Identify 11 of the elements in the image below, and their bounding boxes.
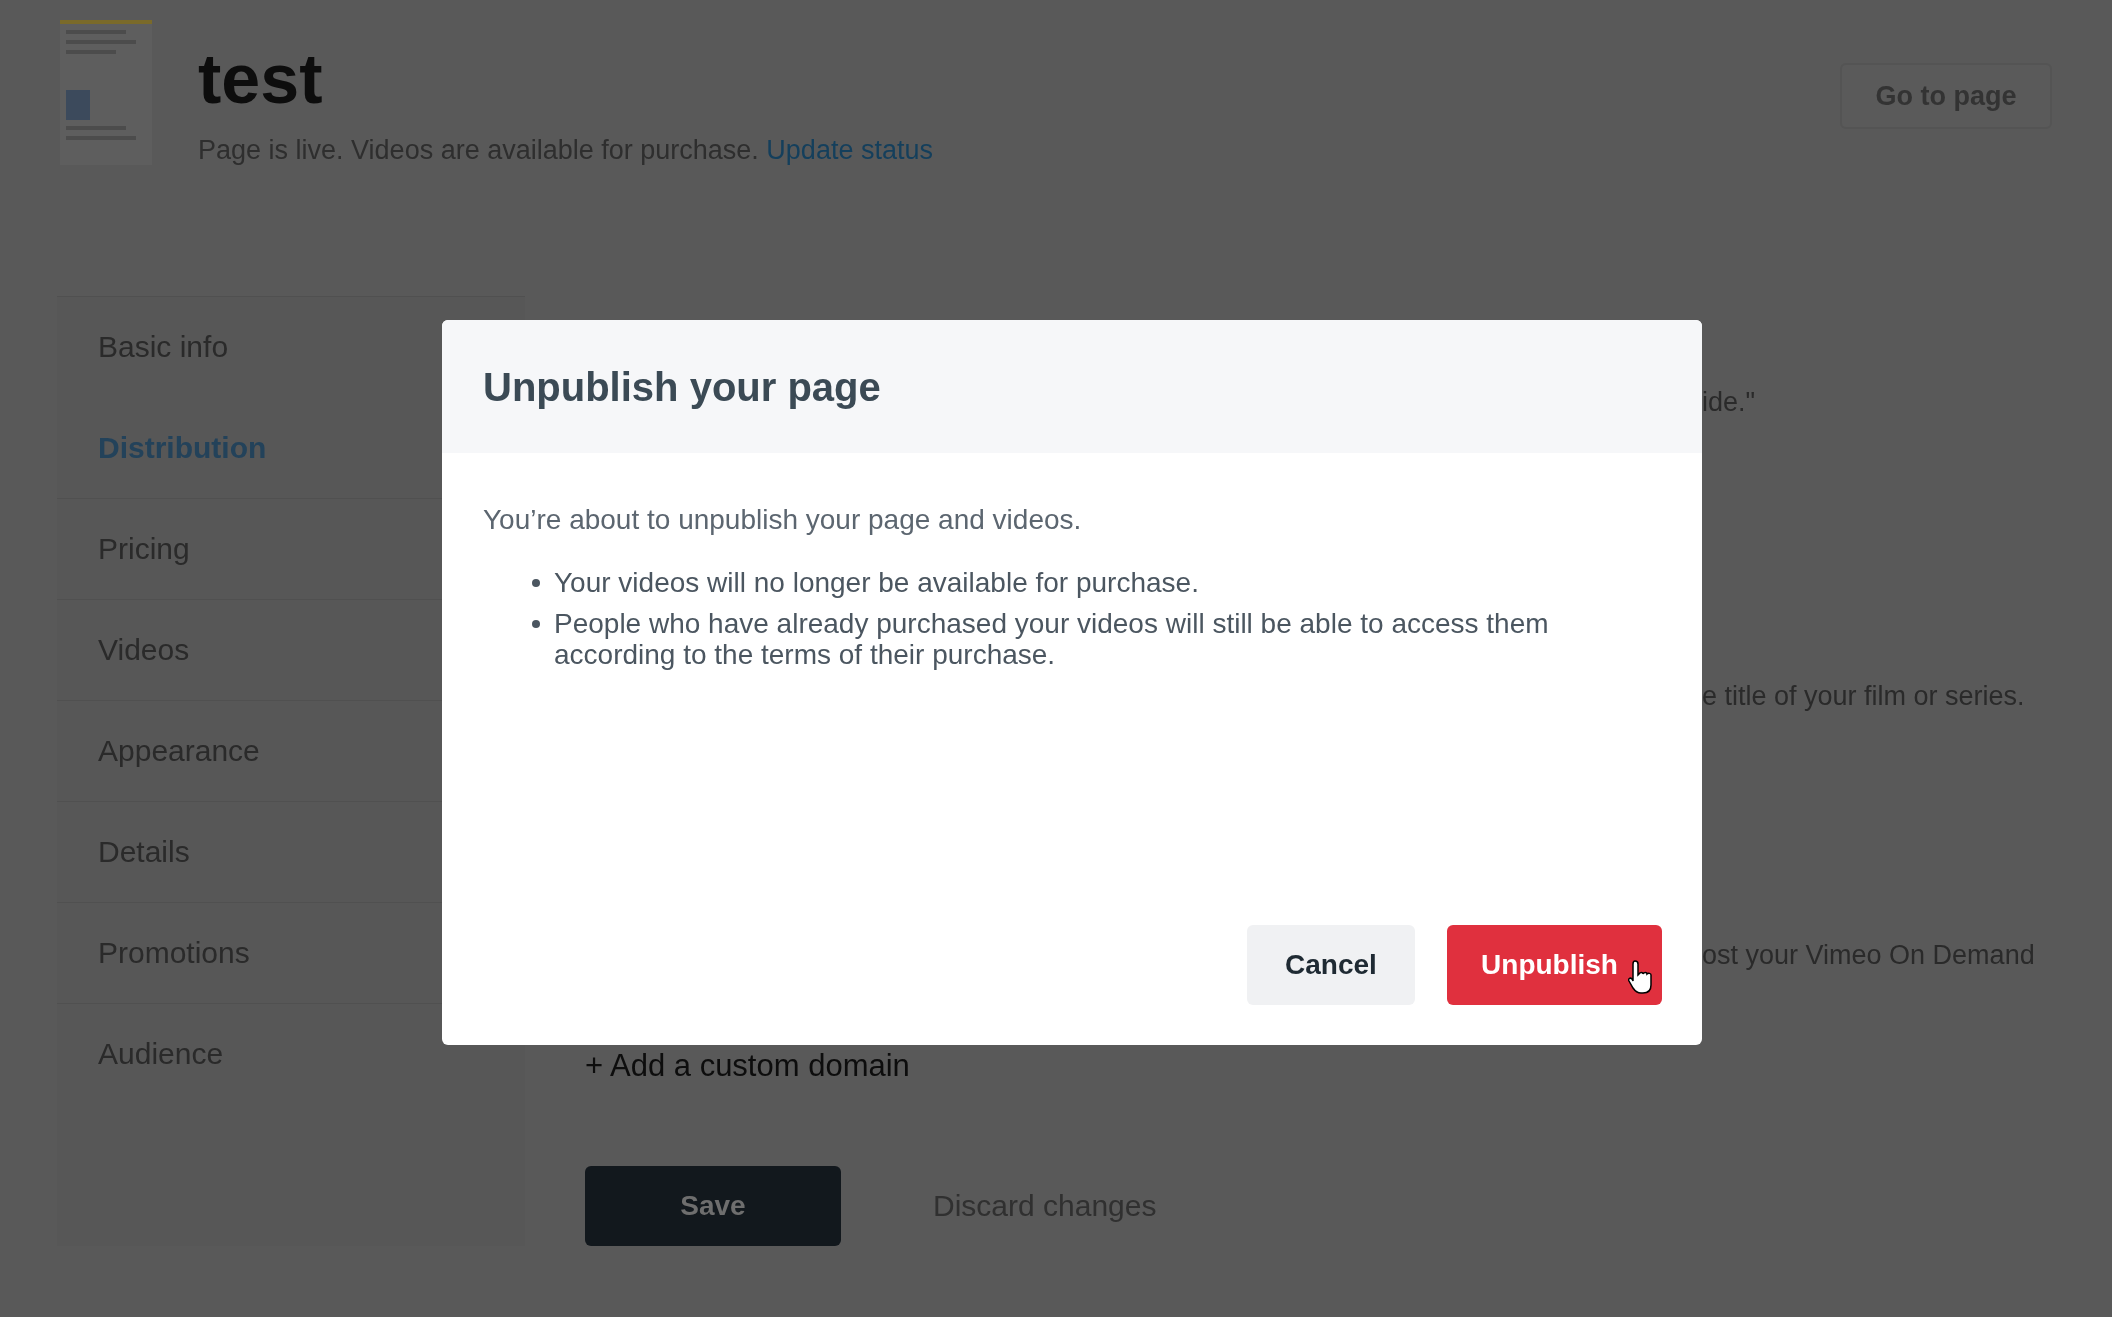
bullet-icon <box>532 620 540 628</box>
update-status-link[interactable]: Update status <box>766 135 933 165</box>
bullet-icon <box>532 579 540 587</box>
save-button[interactable]: Save <box>585 1165 841 1246</box>
hand-cursor-icon <box>1628 959 1654 995</box>
bullet-text: Your videos will no longer be available for purchase. <box>554 567 1199 598</box>
bullet-text: People who have already purchased your videos will still be able to access them according to the terms of their purchase. <box>554 608 1550 670</box>
unpublish-button[interactable]: Unpublish <box>1447 925 1662 1005</box>
cancel-button[interactable]: Cancel <box>1247 925 1415 1005</box>
page-title: test <box>198 44 324 114</box>
add-custom-domain-link[interactable]: + Add a custom domain <box>585 1043 2035 1090</box>
